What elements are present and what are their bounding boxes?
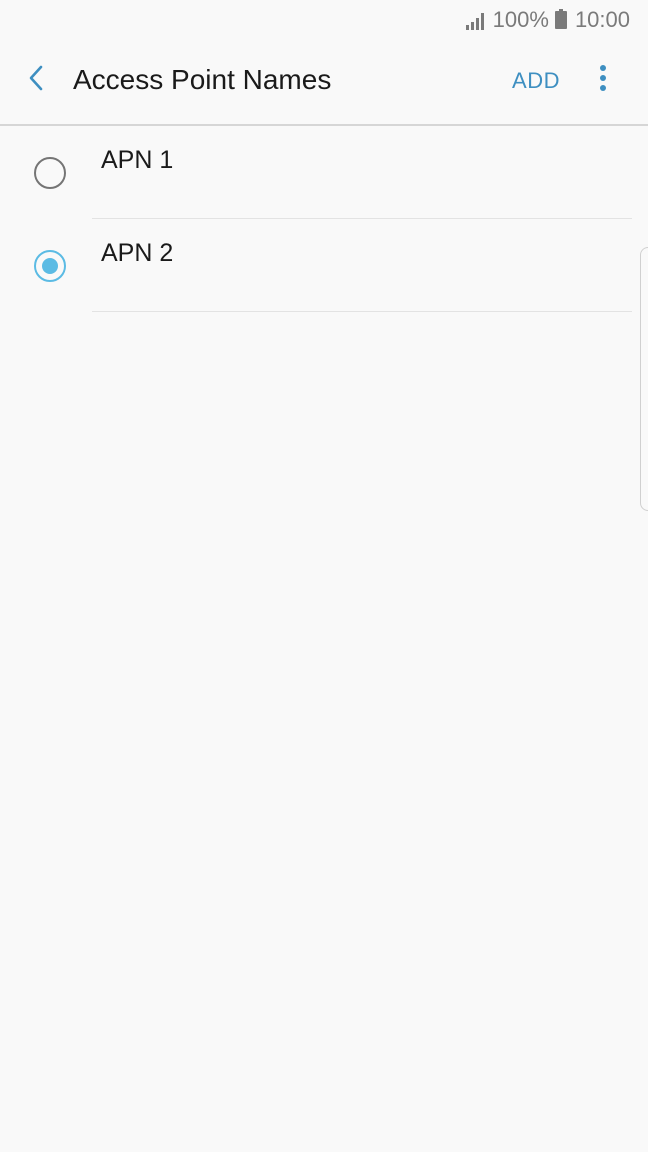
radio-button-unselected[interactable] xyxy=(34,157,66,189)
battery-level: 100% xyxy=(492,7,549,32)
apn-list: APN 1 APN 2 xyxy=(0,126,648,312)
status-time: 10:00 xyxy=(574,7,630,32)
edge-panel-handle[interactable] xyxy=(640,247,648,511)
list-item-apn-1[interactable]: APN 1 xyxy=(0,126,648,219)
battery-icon xyxy=(554,9,567,29)
app-bar: Access Point Names ADD xyxy=(0,40,648,126)
divider xyxy=(92,311,632,312)
apn-name: APN 1 xyxy=(101,146,174,174)
page-title: Access Point Names xyxy=(73,64,332,95)
chevron-left-icon xyxy=(26,64,46,97)
radio-button-selected[interactable] xyxy=(34,250,66,282)
signal-icon xyxy=(465,10,487,30)
add-button[interactable]: ADD xyxy=(512,68,560,94)
more-vertical-icon xyxy=(599,64,607,97)
screen: 100% 10:00 Access Point Names ADD APN 1 … xyxy=(0,0,648,1152)
status-bar: 100% 10:00 xyxy=(0,0,648,40)
back-button[interactable] xyxy=(18,62,54,98)
apn-name: APN 2 xyxy=(101,239,174,267)
list-item-apn-2[interactable]: APN 2 xyxy=(0,219,648,312)
more-options-button[interactable] xyxy=(588,62,618,98)
